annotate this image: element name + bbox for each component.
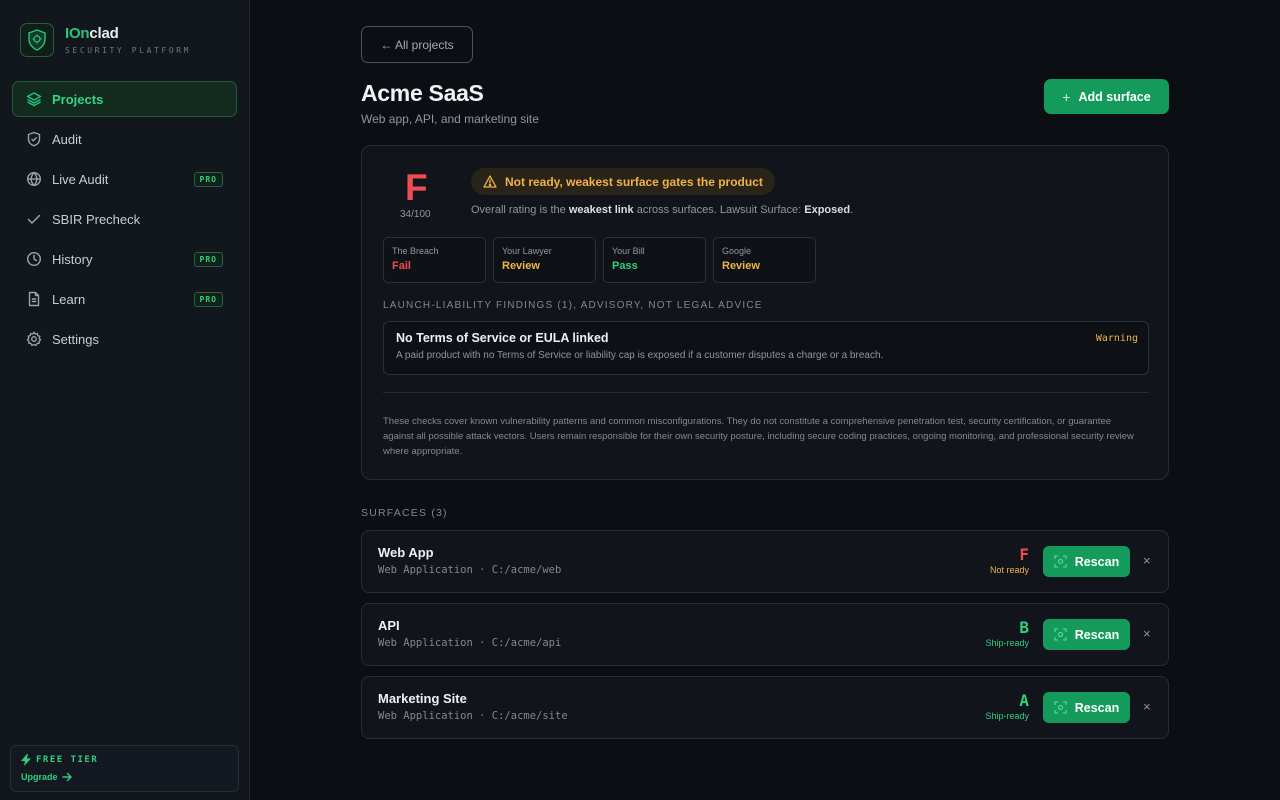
sidebar-item-label: Learn bbox=[52, 291, 86, 307]
sidebar-item-label: Audit bbox=[52, 131, 82, 147]
surface-meta: Web Application · C:/acme/web bbox=[378, 564, 562, 576]
check-your-lawyer: Your Lawyer Review bbox=[493, 237, 596, 283]
sidebar-item-learn[interactable]: Learn PRO bbox=[12, 281, 237, 317]
free-tier-label: FREE TIER bbox=[21, 754, 228, 766]
back-to-projects-button[interactable]: ← All projects bbox=[361, 26, 473, 63]
sidebar-nav: Projects Audit Live Audit PRO SBIR Prech… bbox=[12, 81, 237, 361]
scan-icon bbox=[1054, 555, 1067, 568]
surface-row-web-app[interactable]: Web App Web Application · C:/acme/web F … bbox=[361, 530, 1169, 593]
pro-badge: PRO bbox=[193, 292, 223, 307]
rescan-button[interactable]: Rescan bbox=[1043, 692, 1130, 723]
surface-grade: B bbox=[1019, 618, 1029, 637]
surface-row-api[interactable]: API Web Application · C:/acme/api B Ship… bbox=[361, 603, 1169, 666]
shield-logo-icon bbox=[20, 23, 54, 57]
page-subtitle: Web app, API, and marketing site bbox=[361, 112, 539, 126]
sidebar-item-settings[interactable]: Settings bbox=[12, 321, 237, 357]
brand-subtitle: SECURITY PLATFORM bbox=[65, 46, 192, 55]
pro-badge: PRO bbox=[193, 172, 223, 187]
plus-icon: + bbox=[1062, 88, 1071, 105]
lightning-icon bbox=[21, 754, 31, 766]
sidebar-item-audit[interactable]: Audit bbox=[12, 121, 237, 157]
remove-surface-icon[interactable]: × bbox=[1143, 699, 1151, 714]
check-your-bill: Your Bill Pass bbox=[603, 237, 706, 283]
warning-triangle-icon bbox=[483, 175, 497, 188]
clock-icon bbox=[25, 251, 42, 268]
check-google: Google Review bbox=[713, 237, 816, 283]
rescan-button[interactable]: Rescan bbox=[1043, 546, 1130, 577]
surface-meta: Web Application · C:/acme/api bbox=[378, 637, 562, 649]
surface-status: Ship-ready bbox=[985, 711, 1029, 721]
gear-icon bbox=[25, 331, 42, 348]
surface-status: Ship-ready bbox=[985, 638, 1029, 648]
sidebar-item-label: SBIR Precheck bbox=[52, 211, 141, 227]
page-title: Acme SaaS bbox=[361, 80, 484, 106]
surface-name: Web App bbox=[378, 545, 434, 560]
finding-severity: Warning bbox=[1095, 333, 1138, 344]
sidebar-item-sbir-precheck[interactable]: SBIR Precheck bbox=[12, 201, 237, 237]
scan-icon bbox=[1054, 628, 1067, 641]
document-icon bbox=[25, 291, 42, 308]
check-the-breach: The Breach Fail bbox=[383, 237, 486, 283]
rescan-button[interactable]: Rescan bbox=[1043, 619, 1130, 650]
sidebar-item-label: History bbox=[52, 251, 93, 267]
sidebar-item-live-audit[interactable]: Live Audit PRO bbox=[12, 161, 237, 197]
surface-status: Not ready bbox=[989, 565, 1029, 575]
surface-meta: Web Application · C:/acme/site bbox=[378, 710, 568, 722]
sidebar: IOnclad SECURITY PLATFORM Projects Audit… bbox=[0, 0, 250, 800]
pro-badge: PRO bbox=[193, 252, 223, 267]
check-results: The Breach Fail Your Lawyer Review Your … bbox=[383, 237, 823, 283]
overall-grade: F bbox=[405, 167, 428, 208]
check-icon bbox=[25, 211, 42, 228]
sidebar-item-label: Settings bbox=[52, 331, 99, 347]
upgrade-link[interactable]: Upgrade bbox=[21, 772, 228, 782]
remove-surface-icon[interactable]: × bbox=[1143, 626, 1151, 641]
arrow-right-icon bbox=[61, 772, 72, 782]
add-surface-button[interactable]: + Add surface bbox=[1044, 79, 1169, 114]
sidebar-item-label: Projects bbox=[52, 91, 104, 107]
divider bbox=[383, 392, 1149, 393]
sidebar-item-label: Live Audit bbox=[52, 171, 109, 187]
disclaimer: These checks cover known vulnerability p… bbox=[383, 416, 1134, 457]
surface-grade: A bbox=[1019, 691, 1029, 710]
tier-panel: FREE TIER Upgrade bbox=[10, 745, 239, 792]
shield-check-icon bbox=[25, 131, 42, 148]
globe-icon bbox=[25, 171, 42, 188]
finding-description: A paid product with no Terms of Service … bbox=[396, 350, 884, 361]
brand-name: IOnclad bbox=[65, 25, 119, 42]
remove-surface-icon[interactable]: × bbox=[1143, 553, 1151, 568]
sidebar-item-history[interactable]: History PRO bbox=[12, 241, 237, 277]
surface-grade: F bbox=[1019, 545, 1029, 564]
surfaces-heading: SURFACES (3) bbox=[361, 507, 448, 519]
sidebar-item-projects[interactable]: Projects bbox=[12, 81, 237, 117]
overall-rating-note: Overall rating is the weakest link acros… bbox=[471, 204, 854, 216]
findings-heading: LAUNCH-LIABILITY FINDINGS (1), ADVISORY,… bbox=[383, 300, 763, 311]
surface-row-marketing-site[interactable]: Marketing Site Web Application · C:/acme… bbox=[361, 676, 1169, 739]
surface-name: Marketing Site bbox=[378, 691, 467, 706]
finding-title: No Terms of Service or EULA linked bbox=[396, 331, 609, 345]
finding-item[interactable]: No Terms of Service or EULA linked A pai… bbox=[383, 321, 1149, 375]
brand[interactable]: IOnclad SECURITY PLATFORM bbox=[20, 23, 191, 57]
surface-name: API bbox=[378, 618, 400, 633]
rating-summary-card: F 34/100 Not ready, weakest surface gate… bbox=[361, 145, 1169, 480]
layers-icon bbox=[25, 91, 42, 108]
status-badge: Not ready, weakest surface gates the pro… bbox=[471, 168, 775, 195]
overall-score: 34/100 bbox=[400, 209, 431, 220]
scan-icon bbox=[1054, 701, 1067, 714]
